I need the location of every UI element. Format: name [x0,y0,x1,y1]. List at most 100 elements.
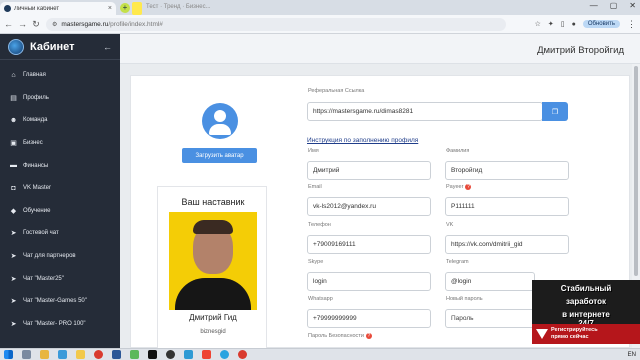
file-explorer-icon[interactable] [40,350,49,359]
extensions-icon[interactable]: ✦ [548,20,554,28]
telegram-icon[interactable] [220,350,229,359]
sidebar-item-vk-master[interactable]: ◘ VK Master [0,177,120,200]
skype-field[interactable]: login [307,272,431,291]
sidebar-item-finance[interactable]: ▬ Финансы [0,154,120,177]
sidebar-item-guest-chat[interactable]: ➤ Гостевой чат [0,222,120,245]
vk-field[interactable]: https://vk.com/dmitrii_gid [445,235,569,254]
forward-icon[interactable]: → [18,19,27,29]
payeer-label: Payeer [446,184,464,190]
sidebar-item-label: Бизнес [23,140,43,147]
whatsapp-field[interactable]: +79999999999 [307,309,431,328]
address-bar[interactable]: ⚙ mastersgame.ru/profile/index.html# [46,17,506,31]
mail-icon[interactable] [58,350,67,359]
vk-label: VK [446,222,454,228]
sidebar-item-profile[interactable]: ▤ Профиль [0,87,120,110]
payeer-field[interactable]: P111111 [445,197,569,216]
phone-field[interactable]: +79009169111 [307,235,431,254]
minimize-icon[interactable]: — [590,1,598,10]
last-name-field[interactable]: Второйгид [445,161,569,180]
search-icon[interactable] [22,350,31,359]
sidebar-item-label: Главная [23,72,46,79]
sidebar-item-partner-chat[interactable]: ➤ Чат для партнеров [0,245,120,268]
user-name[interactable]: Дмитрий Второйгид [537,45,624,56]
sidebar-item-chat-master-pro-100[interactable]: ➤ Чат "Master- PRO 100" [0,313,120,336]
help-icon[interactable]: ? [365,333,372,339]
paper-plane-icon: ➤ [10,275,17,283]
window-controls: — ▢ ✕ [590,1,636,10]
reload-icon[interactable]: ↻ [32,19,40,30]
instructions-link[interactable]: Инструкция по заполнению профиля [307,137,418,144]
sidebar-item-label: Финансы [23,162,49,169]
mentor-login: biznesgid [200,329,226,335]
app-icon[interactable] [130,350,139,359]
mentor-name: Дмитрий Гид [189,313,237,322]
security-password-label-wrap: Пароль Безопасности? [308,333,372,339]
mentor-heading: Ваш наставник [181,197,245,207]
maximize-icon[interactable]: ▢ [610,1,618,10]
word-icon[interactable] [112,350,121,359]
browser-tab-active[interactable]: Личный кабинет × [0,2,116,15]
collapse-sidebar-icon[interactable]: ← [103,42,112,52]
mentor-photo [169,212,257,310]
sidebar-item-business[interactable]: ▣ Бизнес [0,132,120,155]
sidebar-item-learning[interactable]: ◆ Обучение [0,200,120,223]
page-header: Дмитрий Второйгид [120,34,640,64]
down-arrow-icon [536,329,548,339]
sidebar-item-label: Обучение [23,207,51,214]
sidebar-item-chat-master-games-50[interactable]: ➤ Чат "Master-Games 50" [0,290,120,313]
whatsapp-label: Whatsapp [308,296,333,302]
promo-cta-line-2: прямо сейчас [551,334,589,340]
back-icon[interactable]: ← [4,19,13,29]
browser-toolbar: ← → ↻ ⚙ mastersgame.ru/profile/index.htm… [0,15,640,34]
avatar-placeholder-icon [202,103,238,139]
promo-banner[interactable]: Стабильный заработок в интернете 24/7 Ре… [532,280,640,344]
browser-tab-second[interactable] [132,2,142,15]
help-icon[interactable]: ? [465,184,472,190]
security-password-label: Пароль Безопасности [308,333,364,339]
first-name-label: Имя [308,148,319,154]
chrome-2-icon[interactable] [238,350,247,359]
obs-icon[interactable] [166,350,175,359]
copy-link-button[interactable]: ❐ [542,102,568,121]
sidebar-icon[interactable]: ▯ [561,20,565,28]
money-icon: ▬ [10,162,17,170]
sidebar-item-team[interactable]: ☻ Команда [0,109,120,132]
tiktok-icon[interactable] [148,350,157,359]
sidebar-item-label: Команда [23,117,48,124]
pdf-icon[interactable] [202,350,211,359]
sidebar-item-label: Чат для партнеров [23,253,76,260]
email-field[interactable]: vk-ls2012@yandex.ru [307,197,431,216]
new-tab-button[interactable]: + [120,2,130,13]
app2-icon[interactable] [184,350,193,359]
users-icon: ☻ [9,116,18,124]
upload-avatar-button[interactable]: Загрузить аватар [182,148,257,163]
ref-link-field[interactable]: https://mastersgame.ru/dimas8281 [307,102,543,121]
chrome-icon[interactable] [94,350,103,359]
language-indicator[interactable]: EN [628,352,636,358]
start-button-icon[interactable] [4,350,13,359]
profile-icon[interactable]: ● [572,21,576,28]
bookmark-star-icon[interactable]: ☆ [535,20,541,28]
update-button[interactable]: Обновить [582,20,620,28]
close-window-icon[interactable]: ✕ [629,1,636,10]
second-tab-title[interactable]: Тест · Тренд · Бизнес... [146,4,211,10]
sidebar-menu: ⌂ Главная ▤ Профиль ☻ Команда ▣ Бизнес ▬ Фина… [0,60,120,335]
promo-line-3: в интернете [562,310,610,319]
new-password-field[interactable]: Пароль [445,309,535,328]
first-name-field[interactable]: Дмитрий [307,161,431,180]
paper-plane-icon: ➤ [10,253,17,261]
telegram-field[interactable]: @login [445,272,535,291]
briefcase-icon: ▣ [10,140,17,148]
sidebar-item-chat-master25[interactable]: ➤ Чат "Master25" [0,267,120,290]
paper-plane-icon: ➤ [10,320,17,328]
site-info-icon[interactable]: ⚙ [52,21,57,28]
promo-cta[interactable]: Регистрируйтесь прямо сейчас [532,324,640,344]
email-label: Email [308,184,322,190]
close-tab-icon[interactable]: × [108,5,112,12]
folder-icon[interactable] [76,350,85,359]
sidebar-brand: Кабинет ← [0,34,120,60]
payeer-label-wrap: Payeer? [446,184,472,190]
menu-dots-icon[interactable]: ⋮ [627,19,636,30]
sidebar-item-home[interactable]: ⌂ Главная [0,64,120,87]
scrollbar-thumb[interactable] [634,66,638,276]
